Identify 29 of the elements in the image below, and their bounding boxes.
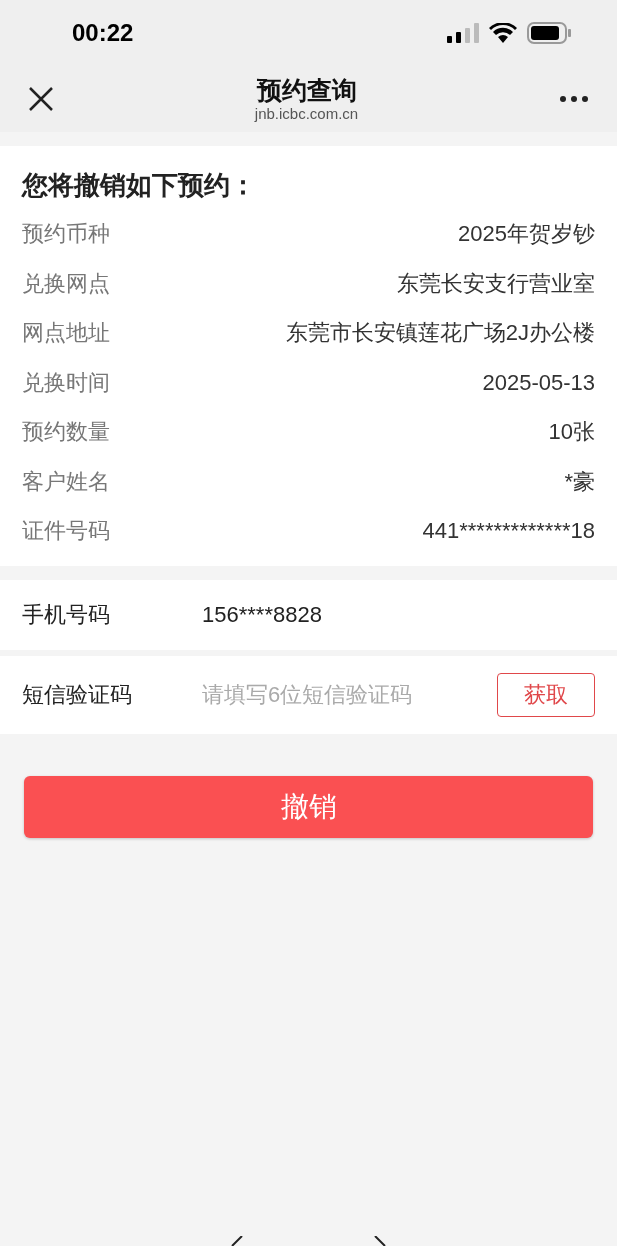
summary-heading: 您将撤销如下预约： <box>22 169 257 202</box>
field-value: 2025-05-13 <box>482 368 595 397</box>
field-label: 客户姓名 <box>22 467 110 496</box>
page-title: 预约查询 <box>256 75 357 105</box>
field-value: 2025年贺岁钞 <box>458 220 595 249</box>
close-icon[interactable] <box>28 86 54 112</box>
field-label: 网点地址 <box>22 319 110 348</box>
battery-icon <box>527 22 571 44</box>
sms-label: 短信验证码 <box>22 681 133 709</box>
field-label: 证件号码 <box>22 517 110 546</box>
sms-code-field[interactable]: 请填写6位短信验证码 <box>202 678 482 711</box>
more-icon[interactable] <box>559 95 589 103</box>
field-value: 东莞市长安镇莲花广场2J办公楼 <box>285 319 595 348</box>
cancel-button[interactable]: 撤销 <box>24 775 593 838</box>
status-time: 00:22 <box>72 18 134 48</box>
field-value: 441*************18 <box>422 517 595 546</box>
field-label: 兑换网点 <box>22 269 110 298</box>
phone-label: 手机号码 <box>22 601 111 629</box>
phone-value: 156****8828 <box>202 601 322 629</box>
field-value: 10张 <box>548 418 595 447</box>
field-label: 预约币种 <box>22 220 110 249</box>
field-value: 东莞长安支行营业室 <box>397 269 595 298</box>
wifi-icon <box>489 23 517 43</box>
field-label: 预约数量 <box>22 418 110 447</box>
signal-icon <box>447 23 479 43</box>
get-code-button[interactable]: 获取 <box>497 672 595 717</box>
field-value: *豪 <box>564 467 595 496</box>
page-url: jnb.icbc.com.cn <box>254 105 359 123</box>
field-label: 兑换时间 <box>22 368 110 397</box>
